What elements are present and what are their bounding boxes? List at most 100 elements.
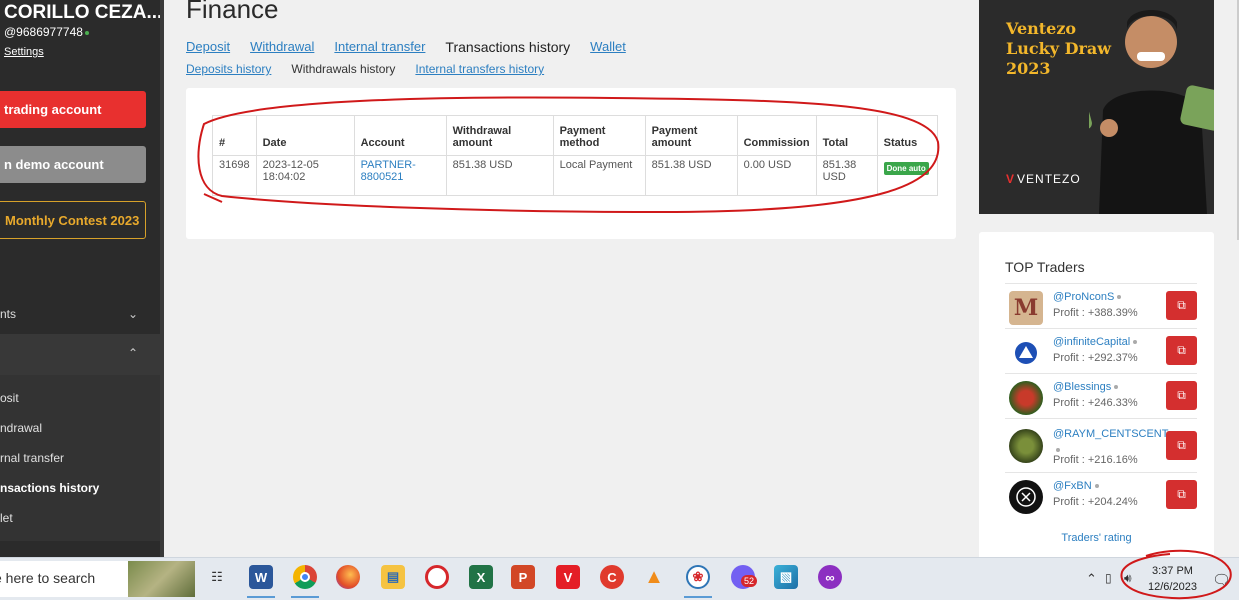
trader-avatar[interactable] [1009, 480, 1043, 514]
trader-item: @RAYM_CENTSCENT Profit : +216.16% ⧉ [1005, 418, 1197, 472]
trader-profit: Profit : +216.16% [1053, 454, 1138, 466]
trader-name[interactable]: @infiniteCapital [1053, 336, 1138, 348]
submenu-internal-transfer[interactable]: rnal transfer [0, 451, 64, 465]
tab-deposit[interactable]: Deposit [186, 39, 230, 55]
col-date: Date [255, 115, 355, 156]
col-id: # [212, 115, 257, 156]
tab-internal-transfer[interactable]: Internal transfer [334, 39, 425, 55]
tray-battery-icon[interactable]: ▯ [1105, 571, 1112, 585]
monthly-contest-button[interactable]: Monthly Contest 2023 [0, 201, 146, 239]
open-trading-account-button[interactable]: trading account [0, 91, 146, 128]
trader-name[interactable]: @ProNconS [1053, 291, 1122, 303]
tab-transactions-history[interactable]: Transactions history [445, 39, 570, 55]
backup-app-icon[interactable] [425, 565, 449, 589]
trader-name-text: @Blessings [1053, 381, 1112, 393]
tray-expand-icon[interactable]: ⌃ [1086, 571, 1097, 587]
ad-title-line1: Ventezo [1006, 19, 1077, 38]
submenu-withdrawal[interactable]: ndrawal [0, 421, 42, 435]
trader-avatar[interactable] [1009, 429, 1043, 463]
tab-withdrawal[interactable]: Withdrawal [250, 39, 314, 55]
col-commission: Commission [736, 115, 817, 156]
trader-name-text: @infiniteCapital [1053, 336, 1131, 348]
subtab-withdrawals-history[interactable]: Withdrawals history [291, 62, 395, 76]
subtab-deposits-history[interactable]: Deposits history [186, 62, 271, 76]
word-icon[interactable]: W [249, 565, 273, 589]
settings-link[interactable]: Settings [4, 46, 44, 58]
copy-trader-button[interactable]: ⧉ [1166, 431, 1197, 460]
trader-name[interactable]: @FxBN [1053, 480, 1099, 492]
firefox-icon[interactable] [336, 565, 360, 589]
notes-app-icon[interactable]: ▧ [774, 565, 798, 589]
sidebar-item-accounts[interactable]: nts ⌄ [0, 306, 160, 322]
ventezo-logo: V VENTEZO [1006, 172, 1081, 186]
excel-icon[interactable]: X [469, 565, 493, 589]
viber-icon[interactable]: 52 [731, 565, 758, 589]
search-highlight-image [128, 561, 195, 597]
chevron-down-icon: ⌄ [127, 307, 138, 321]
cell-account: PARTNER-8800521 [353, 155, 447, 196]
online-status-dot [84, 30, 89, 35]
open-demo-account-button[interactable]: n demo account [0, 146, 146, 183]
triangle-logo-icon [1015, 342, 1037, 364]
c-app-icon[interactable]: C [600, 565, 624, 589]
paint-app-icon[interactable]: ❀ [686, 565, 710, 589]
chrome-icon[interactable] [293, 565, 317, 589]
trader-item: @FxBN Profit : +204.24% ⧉ [1005, 472, 1197, 517]
tab-wallet[interactable]: Wallet [590, 39, 626, 55]
trader-item: @infiniteCapital Profit : +292.37% ⧉ [1005, 328, 1197, 373]
sidebar: CORILLO CEZA... @9686977748 Settings tra… [0, 0, 160, 557]
ad-title: Ventezo Lucky Draw 2023 [1006, 19, 1111, 79]
copy-icon: ⧉ [1177, 438, 1186, 452]
copy-icon: ⧉ [1177, 388, 1186, 402]
meta-app-icon[interactable]: ∞ [818, 565, 842, 589]
status-dot [1117, 295, 1122, 300]
page-title: Finance [186, 0, 279, 24]
trader-name-text: @FxBN [1053, 480, 1092, 492]
user-name: CORILLO CEZA... [4, 2, 160, 23]
copy-trader-button[interactable]: ⧉ [1166, 480, 1197, 509]
subtab-internal-transfers-history[interactable]: Internal transfers history [415, 62, 544, 76]
finance-submenu: osit ndrawal rnal transfer nsactions his… [0, 375, 160, 541]
cell-payment-amount: 851.38 USD [644, 155, 738, 196]
vlc-icon[interactable]: ▲ [642, 565, 666, 589]
copy-trader-button[interactable]: ⧉ [1166, 291, 1197, 320]
copy-icon: ⧉ [1177, 487, 1186, 501]
trader-name-text: @RAYM_CENTSCENT [1053, 428, 1169, 440]
trader-name[interactable]: @Blessings [1053, 381, 1119, 393]
ventezo-v-icon: V [1006, 172, 1016, 186]
speaker-icon[interactable]: 🔊︎ [1124, 571, 1132, 586]
fx-logo-icon [1016, 487, 1036, 507]
trader-avatar[interactable] [1009, 336, 1043, 370]
submenu-deposit[interactable]: osit [0, 391, 19, 405]
trader-avatar[interactable]: M [1009, 291, 1043, 325]
windows-taskbar: e here to search ☷ W ▤ X P V C ▲ ❀ 52 ▧ … [0, 557, 1239, 600]
trader-profit: Profit : +246.33% [1053, 397, 1138, 409]
submenu-transactions-history[interactable]: nsactions history [0, 481, 99, 495]
top-traders-panel: TOP Traders M @ProNconS Profit : +388.39… [979, 232, 1214, 562]
file-explorer-icon[interactable]: ▤ [381, 565, 405, 589]
cell-date: 2023-12-05 18:04:02 [255, 155, 355, 196]
traders-rating-link[interactable]: Traders' rating [979, 532, 1214, 544]
copy-trader-button[interactable]: ⧉ [1166, 381, 1197, 410]
lucky-draw-ad-banner[interactable]: Ventezo Lucky Draw 2023 V VENTEZO [979, 0, 1214, 214]
v-app-icon[interactable]: V [556, 565, 580, 589]
sidebar-divider [160, 0, 164, 557]
chrome-center-icon [300, 572, 310, 582]
cell-withdrawal-amount: 851.38 USD [445, 155, 554, 196]
trader-avatar[interactable] [1009, 381, 1043, 415]
trader-profit: Profit : +388.39% [1053, 307, 1138, 319]
task-view-icon[interactable]: ☷ [205, 565, 229, 589]
copy-trader-button[interactable]: ⧉ [1166, 336, 1197, 365]
copy-icon: ⧉ [1177, 298, 1186, 312]
trader-profit: Profit : +292.37% [1053, 352, 1138, 364]
status-dot [1094, 484, 1099, 489]
account-link[interactable]: PARTNER-8800521 [361, 159, 416, 183]
notification-center-icon[interactable]: 🗨︎ [1212, 571, 1231, 589]
submenu-wallet[interactable]: let [0, 511, 13, 525]
taskbar-clock[interactable]: 3:37 PM 12/6/2023 [1148, 563, 1197, 595]
powerpoint-icon[interactable]: P [511, 565, 535, 589]
col-status: Status [876, 115, 938, 156]
sidebar-item-finance[interactable]: ⌃ [0, 334, 160, 375]
withdrawals-card: # Date Account Withdrawal amount Payment… [186, 88, 956, 239]
col-payment-amount: Payment amount [644, 115, 738, 156]
